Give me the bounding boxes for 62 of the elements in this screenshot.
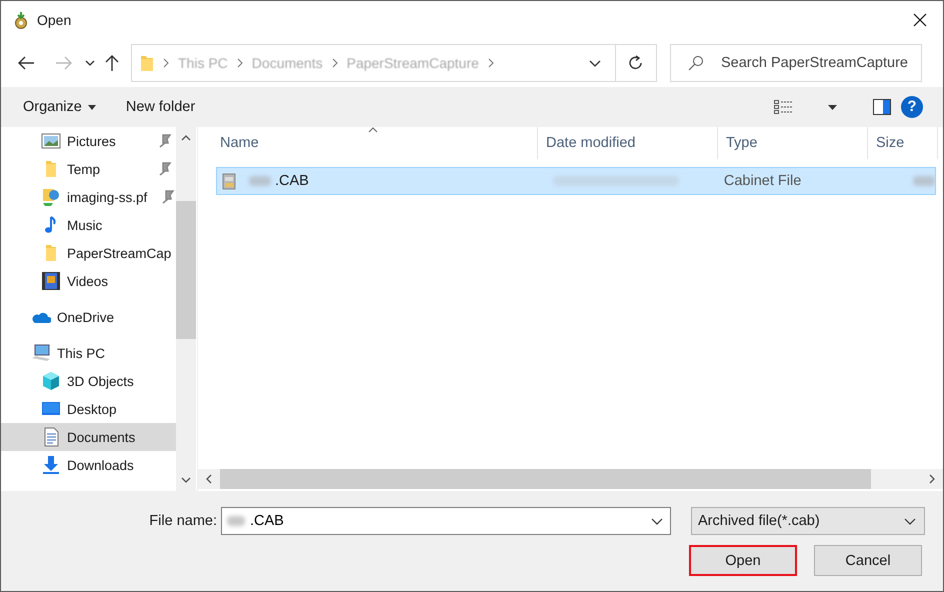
file-row[interactable]: .CAB Cabinet File xyxy=(216,167,936,195)
sidebar-item[interactable]: 3D Objects xyxy=(1,367,176,395)
sidebar-item[interactable]: PaperStreamCap xyxy=(1,239,176,267)
sidebar-item[interactable]: Desktop xyxy=(1,395,176,423)
sidebar-item[interactable]: Temp xyxy=(1,155,176,183)
chevron-down-icon[interactable] xyxy=(904,518,916,524)
sidebar-item[interactable]: This PC xyxy=(1,339,176,367)
column-header[interactable]: Type xyxy=(718,127,868,159)
film-strip-icon xyxy=(41,271,61,291)
view-list-icon[interactable] xyxy=(774,99,794,115)
refresh-button[interactable] xyxy=(615,44,657,82)
file-name: .CAB xyxy=(275,173,309,189)
back-arrow-icon[interactable] xyxy=(17,56,35,70)
window-title: Open xyxy=(37,12,72,28)
app-icon xyxy=(13,11,29,29)
search-icon xyxy=(688,55,704,71)
sort-up-icon xyxy=(368,127,378,133)
chevron-down-icon[interactable] xyxy=(651,518,663,525)
organize-button[interactable]: Organize xyxy=(13,95,106,119)
cube-icon xyxy=(41,371,61,391)
chevron-left-icon[interactable] xyxy=(206,474,212,484)
chevron-right-icon xyxy=(488,58,494,68)
file-type-dropdown[interactable]: Archived file(*.cab) xyxy=(691,507,925,535)
field-label: File name: xyxy=(148,513,217,529)
open-button[interactable]: Open xyxy=(689,545,797,576)
caret-down-icon[interactable] xyxy=(828,104,837,110)
up-arrow-icon[interactable] xyxy=(105,54,119,72)
cancel-button[interactable]: Cancel xyxy=(814,545,922,576)
scrollbar-thumb[interactable] xyxy=(176,201,196,339)
preview-pane-icon[interactable] xyxy=(873,99,891,115)
sidebar-item[interactable]: Downloads xyxy=(1,451,176,479)
sidebar-item[interactable]: Videos xyxy=(1,267,176,295)
sidebar-item[interactable]: Documents xyxy=(1,423,176,451)
sidebar-item[interactable]: Pictures xyxy=(1,127,176,155)
close-icon[interactable] xyxy=(913,13,927,27)
sidebar-item[interactable]: Music xyxy=(1,211,176,239)
chevron-right-icon[interactable] xyxy=(929,474,935,484)
chevron-right-icon xyxy=(163,58,169,68)
file-type: Cabinet File xyxy=(722,172,802,191)
chevron-down-icon[interactable] xyxy=(85,60,95,66)
caret-down-icon[interactable] xyxy=(88,104,96,110)
download-icon xyxy=(41,455,61,475)
chevron-down-icon[interactable] xyxy=(589,60,601,66)
new-folder-button[interactable]: New folder xyxy=(116,95,206,119)
file-name-field[interactable]: .CAB xyxy=(221,507,671,535)
chevron-right-icon xyxy=(332,58,338,68)
chevron-right-icon xyxy=(236,58,243,68)
refresh-icon[interactable] xyxy=(628,55,644,71)
sidebar-item[interactable]: imaging-ss.pf xyxy=(1,183,176,211)
search-field[interactable]: Search PaperStreamCapture xyxy=(670,44,922,82)
picture-icon xyxy=(41,131,61,151)
sidebar-item[interactable]: OneDrive xyxy=(1,303,176,331)
column-header[interactable]: Size xyxy=(868,127,938,159)
chevron-down-icon[interactable] xyxy=(181,477,191,483)
column-header[interactable]: Name xyxy=(216,127,538,159)
cabinet-file-icon xyxy=(221,172,237,190)
column-header[interactable]: Date modified xyxy=(538,127,718,159)
folder-icon xyxy=(140,54,154,72)
network-file-icon xyxy=(41,187,61,207)
help-button[interactable]: ? xyxy=(901,96,923,118)
computer-icon xyxy=(31,343,51,363)
chevron-up-icon[interactable] xyxy=(181,135,191,141)
